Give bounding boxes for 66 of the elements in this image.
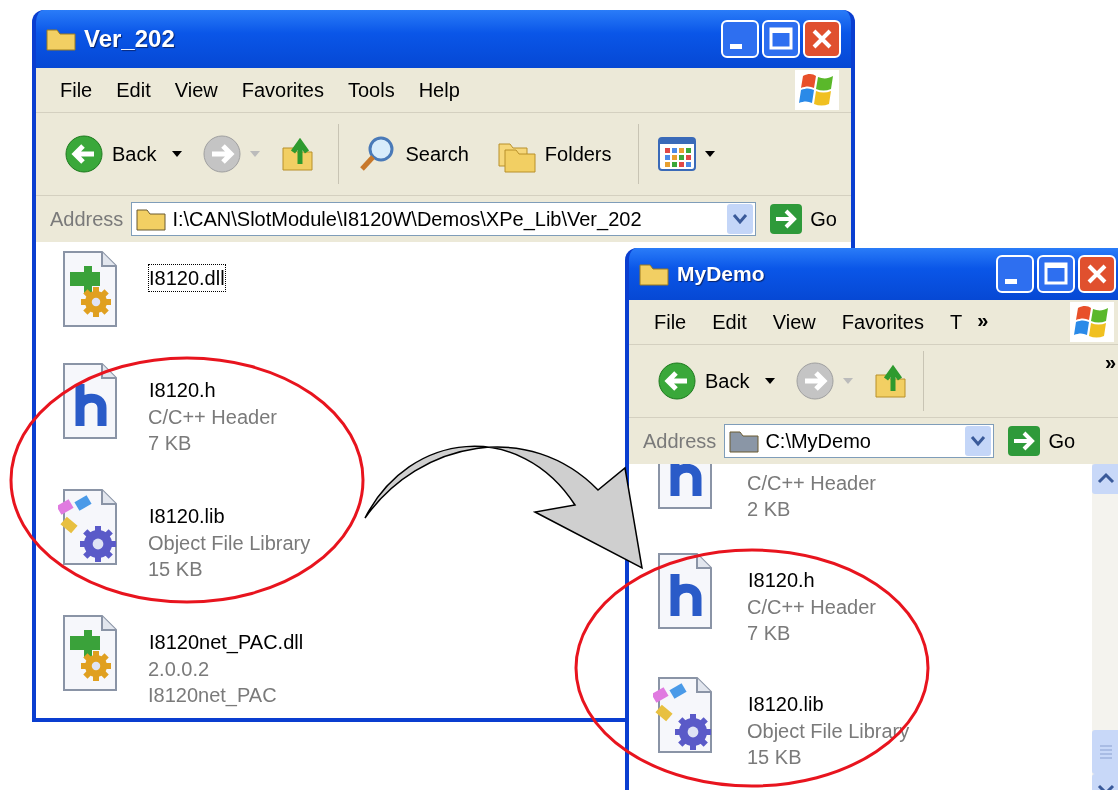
menu-item[interactable]: Edit	[106, 76, 161, 104]
maximize-button[interactable]	[762, 20, 800, 58]
menu-item[interactable]: T	[938, 308, 974, 336]
dropdown-caret-icon	[250, 151, 261, 157]
dropdown-caret-icon	[765, 378, 776, 384]
dropdown-caret-icon	[704, 151, 715, 157]
dropdown-button[interactable]	[727, 204, 754, 234]
folder-icon	[729, 429, 760, 453]
file-detail: C/C++ Header	[747, 471, 876, 496]
folder-icon	[639, 262, 669, 286]
file-name[interactable]: I8120.lib	[148, 502, 226, 530]
folder-icon	[136, 207, 167, 231]
menu-item[interactable]: View	[761, 308, 827, 336]
file-detail: 2 KB	[747, 497, 792, 522]
window-title: MyDemo	[677, 262, 765, 286]
folders-button[interactable]: Folders	[490, 130, 626, 178]
menu-overflow-chevron[interactable]: »	[977, 308, 989, 332]
dropdown-caret-icon	[843, 378, 854, 384]
file-detail: 7 KB	[747, 621, 792, 646]
address-label: Address	[643, 429, 717, 453]
back-button[interactable]: Back	[58, 130, 189, 178]
file-detail: C/C++ Header	[747, 595, 876, 620]
menu-item[interactable]: Favorites	[830, 308, 935, 336]
menu-item[interactable]: Help	[408, 76, 470, 104]
file-name[interactable]: I8120.h	[148, 376, 217, 404]
window-title: Ver_202	[84, 25, 175, 53]
windows-logo-icon	[795, 70, 839, 110]
file-name[interactable]: I8120.lib	[747, 690, 825, 718]
menu-item[interactable]: View	[164, 76, 228, 104]
menu-item[interactable]: Favorites	[231, 76, 334, 104]
address-value: I:\CAN\SlotModule\I8120W\Demos\XPe_Lib\Ver_202	[172, 207, 643, 231]
dropdown-button[interactable]	[965, 426, 992, 456]
address-field[interactable]: C:\MyDemo	[724, 424, 995, 458]
close-button[interactable]	[1078, 255, 1116, 293]
file-detail: I8120net_PAC	[148, 683, 278, 708]
file-name[interactable]: I8120net_PAC.dll	[148, 628, 305, 656]
file-detail: 7 KB	[148, 431, 193, 456]
close-button[interactable]	[803, 20, 841, 58]
file-detail: 15 KB	[747, 745, 803, 770]
file-detail: C/C++ Header	[148, 405, 277, 430]
vertical-scrollbar[interactable]	[1092, 464, 1118, 790]
go-button[interactable]: Go	[764, 204, 843, 234]
file-name[interactable]: I8120.h	[747, 566, 816, 594]
file-name[interactable]: I8120.dll	[148, 264, 226, 292]
menu-item[interactable]: File	[643, 308, 698, 336]
windows-logo-icon	[1070, 302, 1114, 342]
back-button[interactable]: Back	[651, 357, 782, 405]
minimize-button[interactable]	[996, 255, 1034, 293]
search-button[interactable]: Search	[351, 130, 483, 178]
minimize-button[interactable]	[721, 20, 759, 58]
file-detail: 15 KB	[148, 557, 204, 582]
views-icon	[656, 134, 697, 174]
menu-item[interactable]: File	[50, 76, 103, 104]
go-button[interactable]: Go	[1002, 426, 1082, 456]
file-detail: Object File Library	[148, 531, 311, 556]
menu-item[interactable]: Edit	[701, 308, 758, 336]
maximize-button[interactable]	[1037, 255, 1075, 293]
file-detail: 2.0.0.2	[148, 657, 211, 682]
folder-icon	[46, 27, 76, 51]
address-field[interactable]: I:\CAN\SlotModule\I8120W\Demos\XPe_Lib\Ver_202	[131, 202, 757, 236]
scroll-up-button[interactable]	[1092, 464, 1118, 494]
address-value: C:\MyDemo	[765, 429, 872, 453]
dropdown-caret-icon	[172, 151, 183, 157]
menu-item[interactable]: Tools	[337, 76, 405, 104]
toolbar-overflow-chevron[interactable]: »	[1104, 345, 1116, 374]
address-label: Address	[50, 207, 124, 231]
